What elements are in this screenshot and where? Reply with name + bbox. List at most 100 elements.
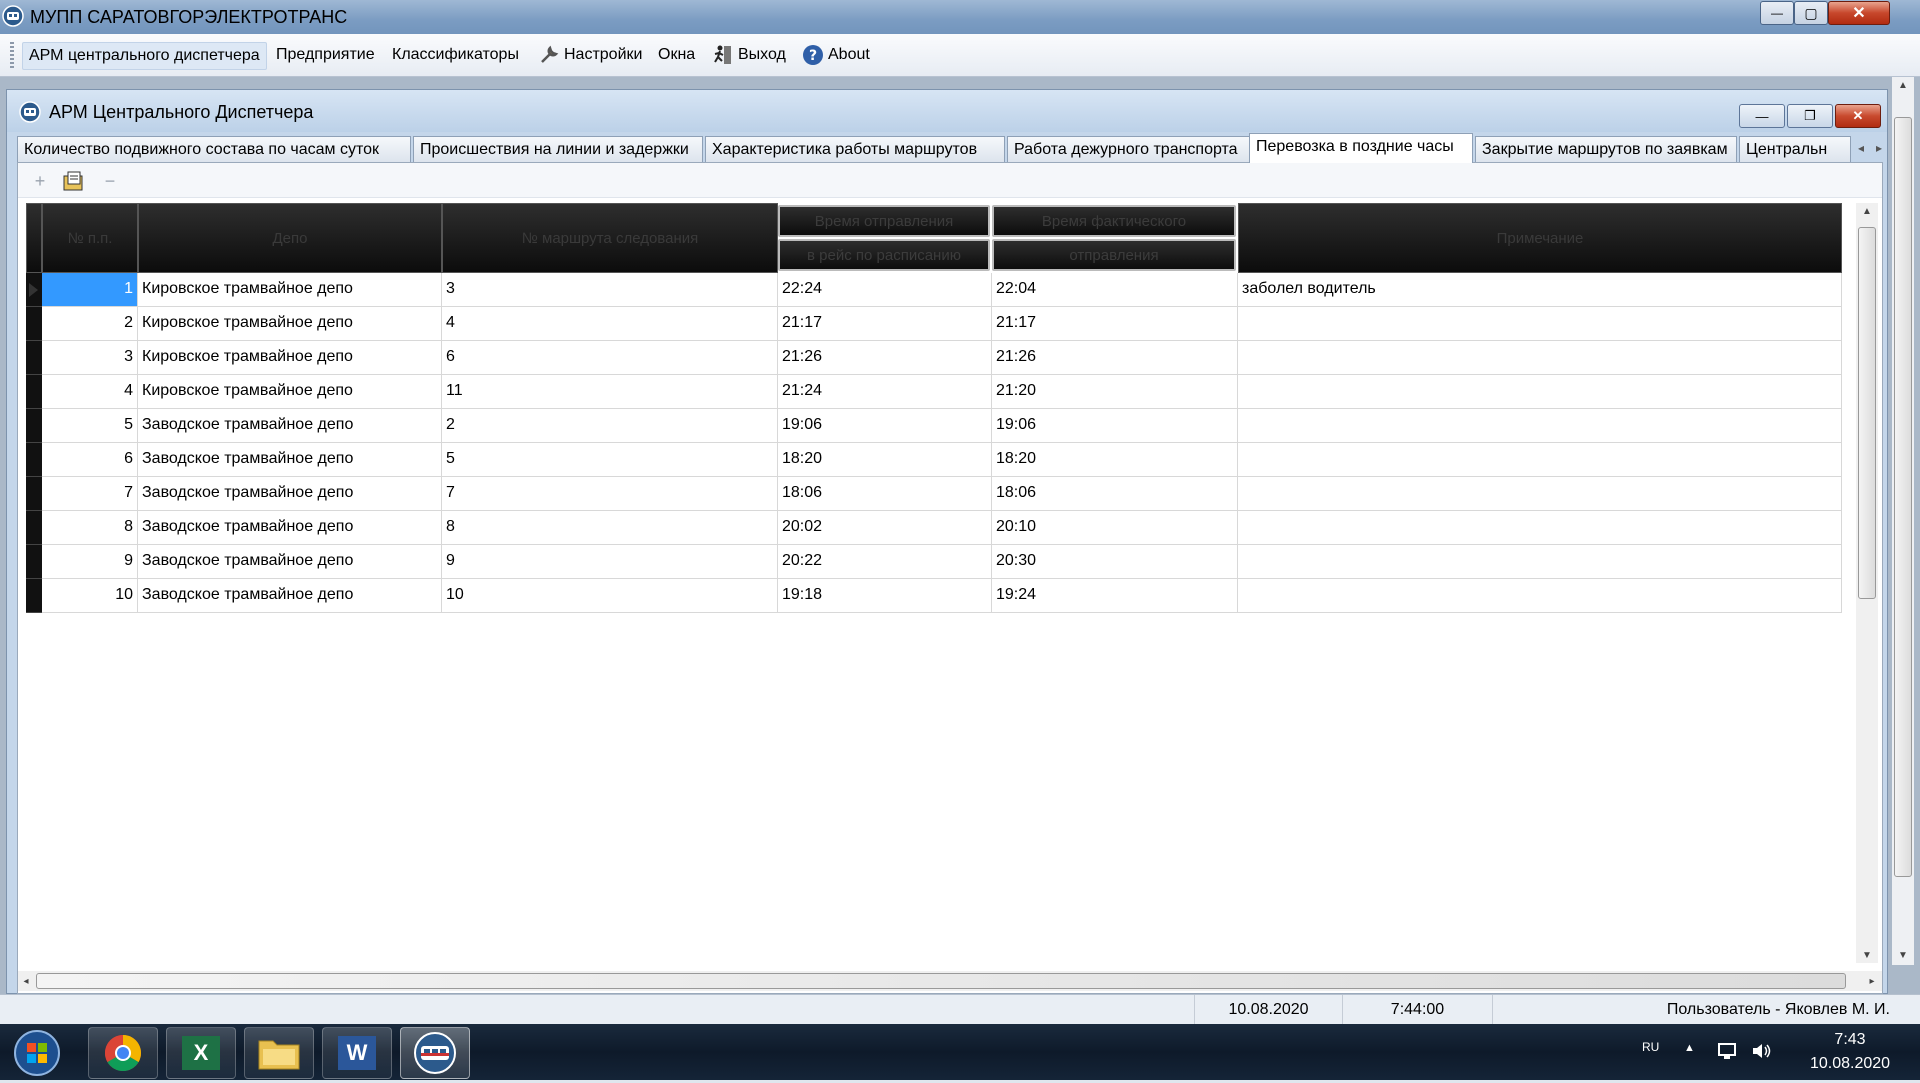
table-row[interactable]: 1 Кировское трамвайное депо 3 22:24 22:04 заб…	[26, 273, 1842, 307]
cell-num[interactable]: 1	[42, 273, 138, 307]
table-row[interactable]: 10 Заводское трамвайное депо 10 19:18 19:24	[26, 579, 1842, 613]
cell-note[interactable]	[1238, 341, 1842, 375]
cell-actual-time[interactable]: 21:17	[992, 307, 1238, 341]
start-orb-icon[interactable]	[10, 1028, 64, 1078]
column-header-note[interactable]: Примечание	[1238, 203, 1842, 273]
scroll-thumb[interactable]	[1858, 227, 1876, 599]
menu-windows[interactable]: Окна	[652, 42, 701, 68]
cell-actual-time[interactable]: 21:26	[992, 341, 1238, 375]
taskbar-word-button[interactable]: W	[322, 1027, 392, 1079]
add-record-button[interactable]: +	[28, 169, 52, 193]
tab-scroll-right-icon[interactable]: ▸	[1869, 136, 1889, 160]
table-row[interactable]: 2 Кировское трамвайное депо 4 21:17 21:17	[26, 307, 1842, 341]
horizontal-scrollbar[interactable]: ◂ ▸	[18, 971, 1882, 991]
scroll-thumb-horizontal[interactable]	[36, 973, 1846, 989]
cell-note[interactable]	[1238, 443, 1842, 477]
scroll-up-icon[interactable]: ▲	[1892, 77, 1914, 93]
cell-scheduled-time[interactable]: 18:06	[778, 477, 992, 511]
column-header-num[interactable]: № п.п.	[42, 203, 138, 273]
tab-route-characteristics[interactable]: Характеристика работы маршрутов	[705, 136, 1005, 162]
column-header-route[interactable]: № маршрута следования	[442, 203, 778, 273]
row-header[interactable]	[26, 545, 42, 579]
menu-enterprise[interactable]: Предприятие	[270, 42, 381, 68]
cell-actual-time[interactable]: 19:06	[992, 409, 1238, 443]
column-header-actual-bottom[interactable]: отправления	[992, 239, 1236, 271]
scroll-right-icon[interactable]: ▸	[1864, 971, 1880, 991]
menu-settings[interactable]: Настройки	[532, 42, 648, 68]
table-row[interactable]: 4 Кировское трамвайное депо 11 21:24 21:20	[26, 375, 1842, 409]
cell-note[interactable]	[1238, 511, 1842, 545]
cell-actual-time[interactable]: 20:30	[992, 545, 1238, 579]
table-row[interactable]: 8 Заводское трамвайное депо 8 20:02 20:10	[26, 511, 1842, 545]
cell-route[interactable]: 5	[442, 443, 778, 477]
cell-actual-time[interactable]: 18:20	[992, 443, 1238, 477]
workspace-vertical-scrollbar[interactable]: ▲ ▼	[1892, 77, 1914, 965]
cell-depot[interactable]: Кировское трамвайное депо	[138, 341, 442, 375]
cell-scheduled-time[interactable]: 22:24	[778, 273, 992, 307]
cell-scheduled-time[interactable]: 19:06	[778, 409, 992, 443]
cell-note[interactable]	[1238, 409, 1842, 443]
cell-actual-time[interactable]: 20:10	[992, 511, 1238, 545]
tab-incidents-delays[interactable]: Происшествия на линии и задержки	[413, 136, 703, 162]
child-close-button[interactable]: ✕	[1835, 104, 1881, 128]
row-header[interactable]	[26, 579, 42, 613]
cell-scheduled-time[interactable]: 18:20	[778, 443, 992, 477]
cell-note[interactable]	[1238, 307, 1842, 341]
edit-record-button[interactable]	[62, 169, 86, 193]
cell-depot[interactable]: Кировское трамвайное депо	[138, 307, 442, 341]
tab-late-hours-transport[interactable]: Перевозка в поздние часы	[1249, 133, 1473, 163]
cell-depot[interactable]: Заводское трамвайное депо	[138, 477, 442, 511]
scroll-left-icon[interactable]: ◂	[18, 971, 34, 991]
volume-icon[interactable]	[1750, 1040, 1772, 1062]
cell-route[interactable]: 2	[442, 409, 778, 443]
cell-num[interactable]: 6	[42, 443, 138, 477]
tab-scroll-left-icon[interactable]: ◂	[1851, 136, 1871, 160]
menu-classifiers[interactable]: Классификаторы	[386, 42, 525, 68]
row-header[interactable]	[26, 273, 42, 307]
network-icon[interactable]	[1716, 1040, 1738, 1062]
column-header-depot[interactable]: Депо	[138, 203, 442, 273]
cell-note[interactable]: заболел водитель	[1238, 273, 1842, 307]
cell-route[interactable]: 3	[442, 273, 778, 307]
tab-duty-transport[interactable]: Работа дежурного транспорта	[1007, 136, 1251, 162]
cell-depot[interactable]: Заводское трамвайное депо	[138, 579, 442, 613]
taskbar-excel-button[interactable]: X	[166, 1027, 236, 1079]
menu-about[interactable]: ? About	[796, 42, 876, 68]
scroll-down-icon[interactable]: ▼	[1892, 947, 1914, 963]
cell-route[interactable]: 7	[442, 477, 778, 511]
cell-route[interactable]: 6	[442, 341, 778, 375]
cell-route[interactable]: 9	[442, 545, 778, 579]
cell-depot[interactable]: Заводское трамвайное депо	[138, 409, 442, 443]
cell-scheduled-time[interactable]: 20:22	[778, 545, 992, 579]
taskbar-explorer-button[interactable]	[244, 1027, 314, 1079]
tab-central[interactable]: Центральн	[1739, 136, 1851, 162]
remove-record-button[interactable]: −	[98, 169, 122, 193]
cell-route[interactable]: 10	[442, 579, 778, 613]
cell-note[interactable]	[1238, 579, 1842, 613]
row-header[interactable]	[26, 511, 42, 545]
cell-actual-time[interactable]: 21:20	[992, 375, 1238, 409]
column-header-scheduled-top[interactable]: Время отправления	[778, 205, 990, 237]
table-row[interactable]: 9 Заводское трамвайное депо 9 20:22 20:30	[26, 545, 1842, 579]
table-row[interactable]: 3 Кировское трамвайное депо 6 21:26 21:26	[26, 341, 1842, 375]
cell-actual-time[interactable]: 19:24	[992, 579, 1238, 613]
table-row[interactable]: 7 Заводское трамвайное депо 7 18:06 18:06	[26, 477, 1842, 511]
column-header-scheduled-bottom[interactable]: в рейс по расписанию	[778, 239, 990, 271]
taskbar-dispatcher-app-button[interactable]	[400, 1027, 470, 1079]
cell-scheduled-time[interactable]: 21:26	[778, 341, 992, 375]
cell-num[interactable]: 10	[42, 579, 138, 613]
cell-route[interactable]: 4	[442, 307, 778, 341]
row-header[interactable]	[26, 341, 42, 375]
cell-num[interactable]: 7	[42, 477, 138, 511]
cell-num[interactable]: 4	[42, 375, 138, 409]
child-minimize-button[interactable]: —	[1739, 104, 1785, 128]
cell-note[interactable]	[1238, 545, 1842, 579]
table-row[interactable]: 5 Заводское трамвайное депо 2 19:06 19:06	[26, 409, 1842, 443]
tab-route-closures[interactable]: Закрытие маршрутов по заявкам	[1475, 136, 1737, 162]
taskbar-clock[interactable]: 7:43 10.08.2020	[1790, 1028, 1910, 1076]
tab-rolling-stock-by-hour[interactable]: Количество подвижного состава по часам с…	[17, 136, 411, 162]
window-maximize-button[interactable]: ▢	[1794, 1, 1828, 25]
cell-scheduled-time[interactable]: 21:24	[778, 375, 992, 409]
cell-depot[interactable]: Заводское трамвайное депо	[138, 511, 442, 545]
cell-num[interactable]: 2	[42, 307, 138, 341]
